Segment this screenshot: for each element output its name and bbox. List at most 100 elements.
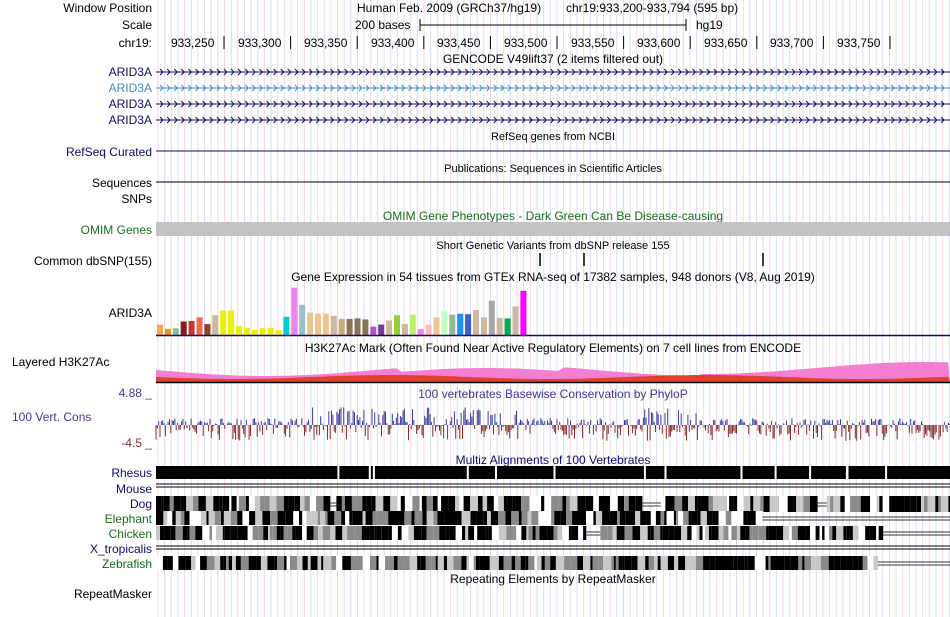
alignment-block	[694, 496, 698, 512]
alignment-block	[483, 511, 487, 525]
genome-browser-image[interactable]: Window Position Human Feb. 2009 (GRCh37/…	[0, 0, 950, 617]
alignment-block	[896, 496, 905, 512]
alignment-block	[307, 556, 311, 570]
gtex-tissue-bar	[220, 310, 227, 335]
alignment-block	[459, 496, 464, 512]
alignment-block	[662, 526, 669, 540]
alignment-block	[846, 556, 853, 570]
alignment-block	[208, 511, 215, 525]
alignment-block	[238, 496, 246, 512]
alignment-block	[526, 526, 529, 540]
alignment-block	[511, 556, 516, 570]
alignment-block	[822, 526, 825, 540]
alignment-block	[807, 526, 811, 540]
alignment-block	[889, 496, 897, 512]
alignment-block	[551, 511, 555, 525]
alignment-block	[635, 511, 641, 525]
omim-feature-bar	[156, 222, 950, 236]
alignment-block	[321, 556, 324, 570]
alignment-block	[355, 496, 363, 512]
alignment-block	[222, 496, 230, 512]
alignment-block	[791, 526, 798, 540]
alignment-block	[336, 496, 342, 512]
alignment-block	[683, 511, 689, 525]
alignment-block	[362, 511, 366, 525]
alignment-block	[381, 526, 389, 540]
alignment-block	[323, 496, 331, 512]
alignment-block	[635, 496, 643, 512]
alignment-block	[689, 556, 696, 570]
alignment-block	[602, 511, 610, 525]
alignment-block	[479, 556, 485, 570]
alignment-block	[268, 526, 270, 540]
alignment-block	[752, 526, 759, 540]
alignment-block	[388, 556, 394, 570]
alignment-block	[688, 511, 692, 525]
alignment-block	[541, 556, 545, 570]
alignment-block	[654, 556, 658, 570]
alignment-block	[660, 556, 668, 570]
alignment-block	[760, 496, 764, 512]
alignment-block	[248, 556, 257, 570]
alignment-block	[731, 511, 737, 525]
alignment-block	[220, 556, 224, 570]
alignment-block	[667, 556, 674, 570]
alignment-block	[703, 556, 710, 570]
alignment-block	[249, 496, 255, 512]
alignment-block	[503, 496, 508, 512]
alignment-block	[318, 526, 323, 540]
alignment-block	[750, 496, 754, 512]
alignment-block	[820, 556, 829, 570]
alignment-block	[664, 511, 667, 525]
gtex-tissue-bar	[275, 330, 282, 335]
alignment-block	[518, 511, 522, 525]
alignment-block	[769, 496, 776, 512]
alignment-block	[862, 556, 868, 570]
alignment-block	[172, 556, 179, 570]
gtex-tissue-bar	[283, 316, 290, 335]
alignment-block	[461, 556, 467, 570]
alignment-block	[561, 511, 567, 525]
alignment-block	[645, 556, 649, 570]
alignment-block	[214, 511, 221, 525]
alignment-block	[697, 511, 701, 525]
alignment-block	[660, 526, 663, 540]
alignment-block	[570, 556, 578, 570]
alignment-block	[785, 496, 788, 512]
alignment-block	[798, 556, 803, 570]
alignment-block	[202, 526, 210, 540]
alignment-block	[439, 526, 446, 540]
alignment-block	[600, 526, 608, 540]
alignment-block	[657, 556, 661, 570]
alignment-block	[743, 496, 751, 512]
alignment-block	[687, 526, 692, 540]
alignment-block	[731, 526, 737, 540]
alignment-block	[285, 511, 294, 525]
alignment-block	[254, 496, 261, 512]
alignment-block	[932, 496, 936, 512]
alignment-block	[828, 556, 835, 570]
alignment-block	[189, 511, 195, 525]
alignment-block	[551, 496, 559, 512]
alignment-block	[270, 526, 273, 540]
alignment-block	[412, 496, 420, 512]
alignment-block	[221, 511, 224, 525]
alignment-block	[768, 526, 777, 540]
alignment-block	[796, 496, 801, 512]
alignment-block	[516, 526, 522, 540]
alignment-block	[455, 496, 460, 512]
alignment-block	[320, 511, 326, 525]
alignment-block	[708, 496, 714, 512]
alignment-block	[401, 526, 409, 540]
alignment-block	[613, 556, 616, 570]
alignment-block	[267, 556, 275, 570]
track-graphics[interactable]	[0, 0, 950, 617]
alignment-block	[162, 556, 168, 570]
alignment-block	[331, 556, 337, 570]
alignment-block	[660, 511, 665, 525]
alignment-block	[941, 496, 949, 512]
gtex-tissue-bar	[473, 310, 479, 335]
alignment-block	[737, 496, 744, 512]
gtex-tissue-bar	[417, 329, 424, 335]
alignment-block	[583, 556, 591, 570]
